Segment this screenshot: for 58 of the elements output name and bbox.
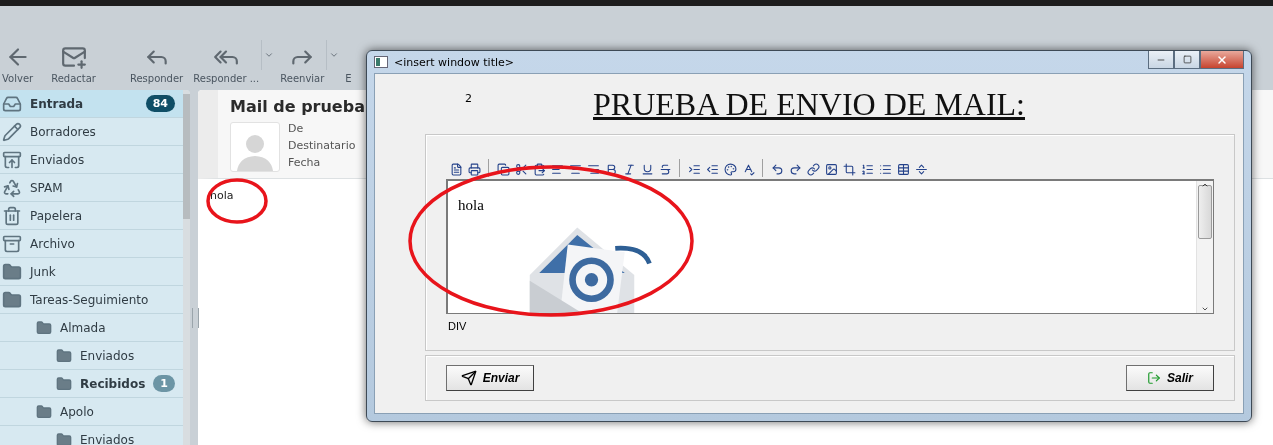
copy-icon[interactable] bbox=[495, 161, 511, 177]
header-label: Fecha bbox=[288, 156, 322, 169]
window-icon bbox=[374, 56, 388, 68]
tray-up-icon bbox=[2, 149, 22, 170]
archive-icon bbox=[2, 233, 22, 254]
folder-icon bbox=[56, 375, 72, 392]
maximize-button[interactable] bbox=[1174, 51, 1200, 69]
mail-plus-icon bbox=[60, 44, 87, 70]
toolbar-button[interactable]: E bbox=[343, 44, 354, 84]
editor-text: hola bbox=[458, 197, 485, 214]
toolbar-button[interactable]: Redactar bbox=[49, 44, 98, 84]
scrollbar[interactable] bbox=[1196, 181, 1213, 313]
horizontal-rule-icon[interactable] bbox=[913, 161, 929, 177]
send-button[interactable]: Enviar bbox=[446, 365, 534, 391]
folder-icon bbox=[56, 431, 72, 445]
pencil-icon bbox=[2, 121, 22, 142]
close-button[interactable] bbox=[1200, 51, 1244, 69]
count-badge: 84 bbox=[145, 95, 175, 112]
annotation-ellipse bbox=[206, 178, 268, 224]
header-label: Destinatario bbox=[288, 139, 356, 152]
toolbar-button[interactable]: Responder ... bbox=[191, 44, 262, 84]
element-path-label: DIV bbox=[447, 319, 468, 334]
toolbar-button[interactable]: Responder bbox=[127, 44, 186, 84]
message-body: hola bbox=[210, 189, 234, 202]
maximize-icon bbox=[1182, 55, 1192, 64]
rich-text-editor[interactable]: hola bbox=[446, 179, 1214, 314]
toolbar-button[interactable]: Volver bbox=[0, 44, 36, 84]
folder-tree-icon bbox=[2, 289, 22, 310]
minimize-button[interactable] bbox=[1148, 51, 1174, 69]
form-heading: PRUEBA DE ENVIO DE MAIL: bbox=[593, 85, 1025, 123]
exit-button[interactable]: Salir bbox=[1126, 365, 1214, 391]
link-icon[interactable] bbox=[805, 161, 821, 177]
close-icon bbox=[1216, 53, 1228, 66]
folder-icon bbox=[2, 261, 22, 282]
scroll-down-icon[interactable] bbox=[1201, 305, 1209, 313]
count-badge: 1 bbox=[153, 375, 175, 392]
message-subject: Mail de prueba bbox=[230, 97, 365, 116]
window-title: <insert window title> bbox=[394, 55, 516, 69]
folder-tree-icon bbox=[36, 403, 52, 420]
number-label: 2 bbox=[465, 91, 472, 105]
image-icon[interactable] bbox=[823, 161, 839, 177]
folder-icon bbox=[56, 347, 72, 364]
recycle-icon bbox=[2, 177, 22, 198]
avatar bbox=[230, 122, 280, 172]
table-icon[interactable] bbox=[895, 161, 911, 177]
crop-icon[interactable] bbox=[841, 161, 857, 177]
exit-icon bbox=[1147, 371, 1161, 385]
printer-icon[interactable] bbox=[466, 161, 482, 177]
folder-tree-icon bbox=[36, 319, 52, 336]
palette-icon[interactable] bbox=[722, 161, 738, 177]
scroll-up-icon[interactable] bbox=[1201, 181, 1209, 189]
toolbar-button[interactable]: Reenviar bbox=[278, 44, 327, 84]
trash-icon bbox=[2, 205, 22, 226]
send-mail-icon bbox=[460, 370, 477, 386]
splitter-handle[interactable] bbox=[192, 308, 199, 328]
scissors-icon[interactable] bbox=[513, 161, 529, 177]
sidebar-item[interactable]: Entrada 84 bbox=[0, 90, 183, 118]
header-label: De bbox=[288, 122, 305, 135]
